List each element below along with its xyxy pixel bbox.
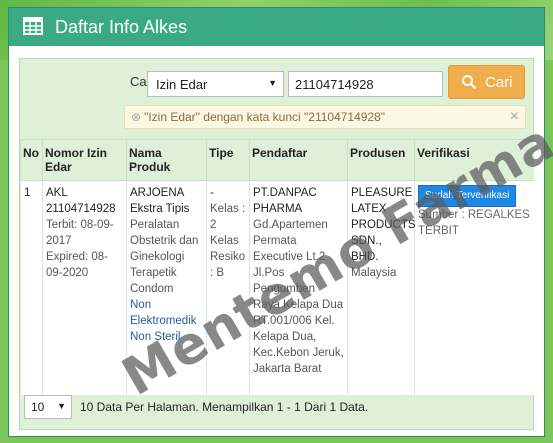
product-class: Non Elektromedik Non Steril: [130, 299, 197, 343]
search-button[interactable]: Cari: [448, 65, 525, 99]
column-header-pendaftar: Pendaftar: [249, 139, 348, 181]
column-header-produsen: Produsen: [347, 139, 415, 181]
search-field-select[interactable]: Izin Edar ▼: [147, 71, 284, 97]
close-icon[interactable]: ×: [510, 108, 519, 126]
cell-izin: AKL 21104714928 Terbit: 08-09-2017 Expir…: [42, 180, 127, 395]
cell-produsen: PLEASURE LATEX PRODUCTS SDN., BHD. Malay…: [347, 180, 416, 395]
verification-source: Sumber : REGALKES TERBIT: [418, 209, 530, 237]
product-name: ARJOENA Ekstra Tipis: [130, 187, 190, 215]
per-page-value: 10: [31, 400, 45, 414]
search-input-value: 21104714928: [295, 77, 374, 92]
produsen-name: PLEASURE LATEX PRODUCTS SDN., BHD.: [351, 187, 416, 263]
pagination-footer: 10 ▼ 10 Data Per Halaman. Menampilkan 1 …: [20, 389, 533, 429]
search-button-label: Cari: [485, 74, 513, 91]
active-filter-text: "Izin Edar" dengan kata kunci "211047149…: [144, 110, 386, 124]
column-header-verifikasi: Verifikasi: [414, 139, 534, 181]
produsen-country: Malaysia: [351, 267, 397, 279]
table-header-row: No Nomor Izin Edar Nama Produk Tipe Pend…: [20, 139, 534, 181]
active-filter-tag: ⊗ "Izin Edar" dengan kata kunci "21104714…: [124, 105, 526, 129]
column-header-tipe: Tipe: [206, 139, 250, 181]
column-header-izin: Nomor Izin Edar: [42, 139, 127, 181]
pendaftar-address: Gd.Apartemen Permata Executive Lt.2 Jl.P…: [253, 219, 344, 375]
page-title: Daftar Info Alkes: [55, 17, 188, 37]
table-icon: [23, 17, 43, 40]
cell-verifikasi: Sudah Terverifikasi Sumber : REGALKES TE…: [414, 180, 534, 395]
product-category: Peralatan Obstetrik dan Ginekologi Terap…: [130, 219, 199, 295]
tipe-detail: Kelas : 2 Kelas Resiko : B: [210, 203, 246, 279]
cell-pendaftar: PT.DANPAC PHARMA Gd.Apartemen Permata Ex…: [249, 180, 348, 395]
column-header-no: No: [20, 139, 43, 181]
izin-number: AKL 21104714928: [46, 187, 116, 215]
caret-down-icon: ▼: [268, 78, 277, 88]
pendaftar-name: PT.DANPAC PHARMA: [253, 187, 317, 215]
search-field-value: Izin Edar: [156, 77, 208, 92]
column-header-produk: Nama Produk: [126, 139, 207, 181]
cell-tipe: - Kelas : 2 Kelas Resiko : B: [206, 180, 250, 395]
table-row: 1 AKL 21104714928 Terbit: 08-09-2017 Exp…: [20, 180, 534, 395]
izin-terbit: Terbit: 08-09-2017: [46, 219, 114, 247]
results-table: No Nomor Izin Edar Nama Produk Tipe Pend…: [20, 139, 534, 395]
izin-expired: Expired: 08-09-2020: [46, 251, 109, 279]
per-page-select[interactable]: 10 ▼: [24, 395, 72, 419]
search-icon: [461, 74, 477, 94]
verified-badge: Sudah Terverifikasi: [418, 185, 517, 207]
cell-no: 1: [20, 180, 43, 395]
panel-header: Daftar Info Alkes: [9, 8, 544, 46]
panel-body: Cari Izin Edar ▼ 21104714928 Cari ⊗ "Izin…: [19, 58, 534, 430]
remove-circle-icon[interactable]: ⊗: [131, 110, 141, 124]
caret-down-icon: ▼: [57, 401, 66, 411]
search-input[interactable]: 21104714928: [288, 71, 443, 97]
tipe-dash: -: [210, 187, 214, 199]
alkes-panel: Daftar Info Alkes Cari Izin Edar ▼ 21104…: [8, 7, 545, 437]
pagination-info: 10 Data Per Halaman. Menampilkan 1 - 1 D…: [80, 400, 369, 414]
cell-produk: ARJOENA Ekstra Tipis Peralatan Obstetrik…: [126, 180, 207, 395]
